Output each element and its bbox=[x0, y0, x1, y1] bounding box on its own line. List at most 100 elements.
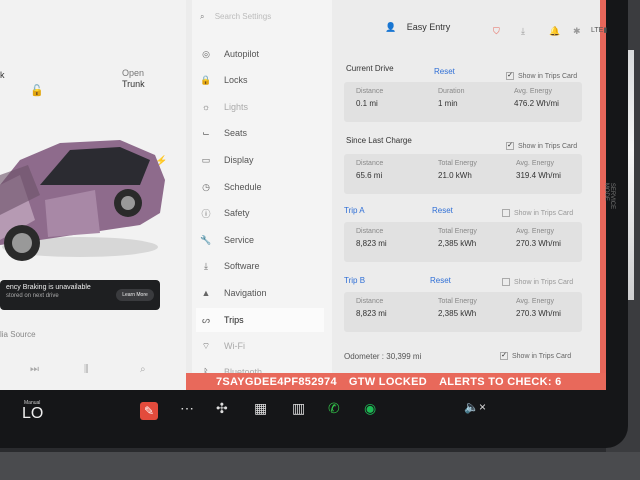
shield-icon[interactable]: ⛉ bbox=[493, 26, 500, 37]
top-status-bar: 👤 Easy Entry ⛉ ⤓ 🔔 ✱ LTE▮ bbox=[335, 0, 607, 44]
stat-value: 8,823 mi bbox=[356, 239, 387, 248]
menu-label: Autopilot bbox=[224, 49, 260, 59]
phone-icon[interactable]: ✆ bbox=[328, 400, 340, 417]
frunk-label[interactable]: k bbox=[0, 70, 5, 81]
settings-search[interactable]: ⌕ Search Settings bbox=[200, 12, 320, 30]
alerts-count[interactable]: ALERTS TO CHECK: 6 bbox=[439, 376, 562, 388]
odometer-show-checkbox[interactable]: ✓ Show in Trips Card bbox=[500, 352, 571, 360]
next-track-icon[interactable]: ⏭ bbox=[30, 364, 39, 375]
menu-item-trips[interactable]: ᔕ Trips bbox=[196, 308, 324, 332]
media-search-icon[interactable]: ⌕ bbox=[140, 364, 146, 375]
stat-key: Avg. Energy bbox=[516, 228, 555, 235]
fan-icon[interactable]: ✣ bbox=[216, 400, 228, 417]
stat-key: Avg. Energy bbox=[516, 298, 555, 305]
clock-icon: ◷ bbox=[202, 181, 210, 192]
wrench-icon: 🔧 bbox=[200, 234, 212, 245]
camera-icon[interactable]: ▥ bbox=[292, 400, 305, 417]
trip-b-show-checkbox[interactable]: Show in Trips Card bbox=[502, 278, 573, 286]
spotify-icon[interactable]: ◉ bbox=[364, 400, 376, 417]
menu-label: Wi-Fi bbox=[224, 341, 245, 351]
safety-icon: ⓘ bbox=[201, 208, 211, 219]
trunk-label-line1[interactable]: Open bbox=[122, 68, 144, 79]
menu-label: Trips bbox=[224, 315, 244, 325]
bottom-dock: Manual LO ✎ ⋯ ✣ ▦ ▥ ✆ ◉ 🔈× bbox=[0, 392, 600, 432]
settings-menu: ⌕ Search Settings ◎ Autopilot 🔒 Locks ☼ Lig… bbox=[192, 0, 332, 390]
menu-label: Seats bbox=[224, 128, 248, 138]
menu-item-autopilot[interactable]: ◎ Autopilot bbox=[196, 42, 324, 66]
learn-more-button[interactable]: Learn More bbox=[116, 289, 154, 301]
service-status-strip: 7SAYGDEE4PF852974 GTW LOCKED ALERTS TO C… bbox=[186, 373, 606, 390]
lock-icon: 🔒 bbox=[200, 74, 212, 85]
seat-icon: ⌙ bbox=[202, 127, 210, 138]
bezel-bottom bbox=[0, 452, 640, 480]
trips-icon: ᔕ bbox=[201, 314, 211, 325]
trip-a-reset[interactable]: Reset bbox=[432, 206, 453, 215]
temperature-value[interactable]: LO bbox=[22, 405, 43, 423]
menu-item-lights[interactable]: ☼ Lights bbox=[196, 95, 324, 119]
download-icon[interactable]: ⤓ bbox=[521, 26, 525, 37]
navigation-icon: ▲ bbox=[201, 288, 211, 298]
equalizer-icon[interactable]: ⫼ bbox=[84, 364, 89, 375]
menu-item-service[interactable]: 🔧 Service bbox=[196, 228, 324, 252]
menu-item-locks[interactable]: 🔒 Locks bbox=[196, 68, 324, 92]
since-charge-show-checkbox[interactable]: ✓ Show in Trips Card bbox=[506, 142, 577, 150]
bluetooth-icon[interactable]: ✱ bbox=[573, 26, 581, 37]
light-icon: ☼ bbox=[201, 102, 211, 112]
menu-label: Lights bbox=[224, 102, 249, 112]
stat-key: Total Energy bbox=[438, 160, 477, 167]
service-mode-vertical-label: SERVICE MODE bbox=[603, 182, 616, 210]
media-source-label[interactable]: lia Source bbox=[0, 330, 36, 339]
stat-key: Distance bbox=[356, 160, 384, 167]
checked-icon: ✓ bbox=[506, 72, 514, 80]
toybox-icon[interactable]: ✎ bbox=[140, 402, 158, 420]
trip-a-title: Trip A bbox=[344, 206, 365, 215]
aeb-alert-banner: ency Braking is unavailable stored on ne… bbox=[0, 280, 160, 310]
current-drive-show-checkbox[interactable]: ✓ Show in Trips Card bbox=[506, 72, 577, 80]
menu-label: Display bbox=[224, 155, 254, 165]
checkbox-label: Show in Trips Card bbox=[518, 142, 578, 150]
checkbox-label: Show in Trips Card bbox=[514, 278, 574, 286]
menu-item-safety[interactable]: ⓘ Safety bbox=[196, 201, 324, 225]
display-icon: ▭ bbox=[201, 154, 211, 165]
theater-icon[interactable]: ▦ bbox=[254, 400, 267, 417]
menu-item-display[interactable]: ▭ Display bbox=[196, 148, 324, 172]
menu-item-wifi[interactable]: ⌔ Wi-Fi bbox=[196, 334, 324, 358]
car-pane: k 🔓 Open Trunk ⚡ ency Braking is unavail… bbox=[0, 0, 186, 390]
stat-value: 476.2 Wh/mi bbox=[514, 99, 559, 108]
menu-item-software[interactable]: ⤓ Software bbox=[196, 254, 324, 278]
odometer-readout: Odometer : 30,399 mi bbox=[344, 352, 422, 361]
trips-panel: Current Drive Reset ✓ Show in Trips Card … bbox=[338, 56, 598, 386]
search-icon: ⌕ bbox=[200, 12, 205, 21]
bell-icon[interactable]: 🔔 bbox=[549, 26, 560, 37]
lock-icon[interactable]: 🔓 bbox=[30, 86, 44, 97]
stat-key: Distance bbox=[356, 298, 384, 305]
checkbox-label: Show in Trips Card bbox=[512, 352, 572, 360]
unchecked-box bbox=[502, 278, 510, 286]
trip-b-card: Distance 8,823 mi Total Energy 2,385 kWh A… bbox=[344, 292, 582, 332]
stat-value: 319.4 Wh/mi bbox=[516, 171, 561, 180]
stat-key: Duration bbox=[438, 88, 465, 95]
trip-b-reset[interactable]: Reset bbox=[430, 276, 451, 285]
menu-item-seats[interactable]: ⌙ Seats bbox=[196, 121, 324, 145]
vin-text: 7SAYGDEE4PF852974 bbox=[216, 375, 337, 388]
wifi-icon: ⌔ bbox=[201, 340, 211, 351]
stat-value: 270.3 Wh/mi bbox=[516, 309, 561, 318]
steering-wheel-icon: ◎ bbox=[202, 48, 210, 59]
trunk-label-line2[interactable]: Trunk bbox=[122, 79, 145, 90]
stat-value: 0.1 mi bbox=[356, 99, 378, 108]
driver-profile[interactable]: 👤 Easy Entry bbox=[385, 22, 450, 33]
stat-value: 8,823 mi bbox=[356, 309, 387, 318]
trip-a-show-checkbox[interactable]: Show in Trips Card bbox=[502, 209, 573, 217]
more-apps-icon[interactable]: ⋯ bbox=[180, 400, 194, 417]
menu-label: Locks bbox=[224, 75, 248, 85]
menu-item-navigation[interactable]: ▲ Navigation bbox=[196, 281, 324, 305]
volume-mute-icon[interactable]: 🔈× bbox=[464, 400, 486, 414]
current-drive-title: Current Drive bbox=[346, 64, 394, 73]
current-drive-reset[interactable]: Reset bbox=[434, 67, 455, 76]
stat-key: Distance bbox=[356, 88, 384, 95]
stat-key: Total Energy bbox=[438, 228, 477, 235]
menu-label: Schedule bbox=[224, 182, 262, 192]
menu-item-schedule[interactable]: ◷ Schedule bbox=[196, 175, 324, 199]
car-model-image[interactable] bbox=[0, 125, 180, 275]
current-drive-card: Distance 0.1 mi Duration 1 min Avg. Energy… bbox=[344, 82, 582, 122]
